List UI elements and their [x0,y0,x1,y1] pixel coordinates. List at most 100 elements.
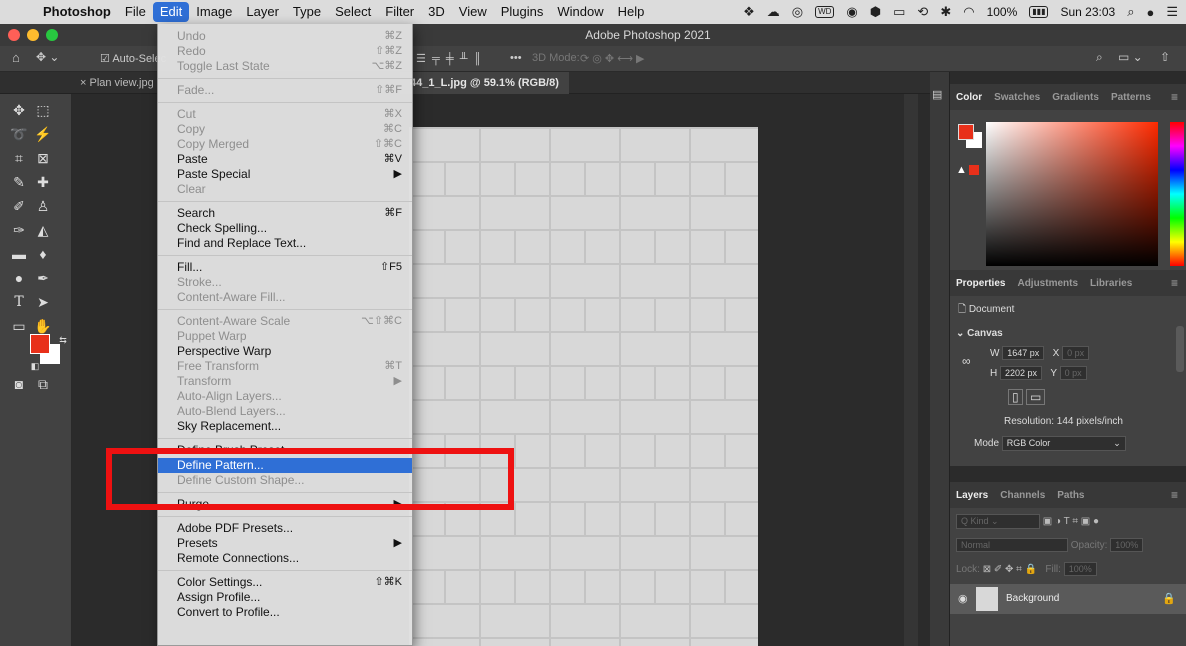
menu-layer[interactable]: Layer [239,0,286,24]
layers-panel-menu-icon[interactable]: ≡ [1171,488,1178,502]
wd-drive-icon[interactable]: WD [815,6,835,18]
history-brush-tool-icon[interactable]: ✑ [8,220,30,240]
menu-item-fill[interactable]: Fill... ⇧F5 [158,260,412,275]
layer-row-background[interactable]: ◉ Background 🔒 [950,584,1186,614]
layer-kind-filter[interactable]: Q Kind ⌄ [956,514,1040,529]
eraser-tool-icon[interactable]: ◭ [32,220,54,240]
more-options-icon[interactable]: ••• [510,52,522,64]
menu-item-copy[interactable]: Copy ⌘C [158,122,412,137]
tab-color[interactable]: Color [956,92,982,103]
spotlight-search-icon[interactable]: ⌕ [1127,4,1134,20]
tab-adjustments[interactable]: Adjustments [1017,278,1078,289]
crop-tool-icon[interactable]: ⌗ [8,148,30,168]
menu-item-assign-profile[interactable]: Assign Profile... [158,590,412,605]
menu-item-convert-to-profile[interactable]: Convert to Profile... [158,605,412,620]
dodge-tool-icon[interactable]: ● [8,268,30,288]
menu-image[interactable]: Image [189,0,239,24]
menu-item-paste[interactable]: Paste ⌘V [158,152,412,167]
menu-item-color-settings[interactable]: Color Settings... ⇧⌘K [158,575,412,590]
healing-brush-tool-icon[interactable]: ✚ [32,172,54,192]
tab-paths[interactable]: Paths [1057,490,1084,501]
width-field[interactable]: 1647 px [1002,346,1045,360]
stamp-tool-icon[interactable]: ♙ [32,196,54,216]
menu-select[interactable]: Select [328,0,378,24]
marquee-tool-icon[interactable]: ⬚ [32,100,54,120]
bluetooth-icon[interactable]: ✱ [940,4,951,20]
menu-type[interactable]: Type [286,0,328,24]
align-icons[interactable]: ☰ ╤ ╪ ╨ ║ [416,52,481,65]
menu-item-fade[interactable]: Fade... ⇧⌘F [158,83,412,98]
menu-item-find-and-replace-text[interactable]: Find and Replace Text... [158,236,412,251]
shield-icon[interactable]: ⬢ [870,4,881,20]
tab-libraries[interactable]: Libraries [1090,278,1132,289]
menu-window[interactable]: Window [550,0,610,24]
menu-item-remote-connections[interactable]: Remote Connections... [158,551,412,566]
search-icon[interactable]: ⌕ [1096,50,1103,65]
menu-help[interactable]: Help [611,0,652,24]
menu-item-auto-blend-layers[interactable]: Auto-Blend Layers... [158,404,412,419]
home-icon[interactable]: ⌂ [12,50,20,65]
eyedropper-tool-icon[interactable]: ✎ [8,172,30,192]
workspace-icon[interactable]: ▭ ⌄ [1118,50,1143,64]
color-panel-foreground-swatch[interactable] [958,124,974,140]
lock-icons[interactable]: ⊠ ✐ ✥ ⌗ 🔒 [983,564,1037,575]
menu-item-copy-merged[interactable]: Copy Merged ⇧⌘C [158,137,412,152]
menu-item-puppet-warp[interactable]: Puppet Warp [158,329,412,344]
y-field[interactable]: 0 px [1059,366,1087,380]
menu-edit[interactable]: Edit [152,2,190,22]
tab-plan-view[interactable]: × Plan view.jpg [70,72,164,94]
canvas-vertical-scrollbar[interactable] [904,94,918,646]
document-canvas-stone-wall[interactable] [409,127,758,646]
mode-select[interactable]: RGB Color ⌄ [1001,436,1126,451]
menu-item-define-pattern[interactable]: Define Pattern... [158,458,412,473]
tab-gradients[interactable]: Gradients [1052,92,1099,103]
battery-icon[interactable]: ▮▮▮ [1029,6,1049,18]
menu-item-free-transform[interactable]: Free Transform ⌘T [158,359,412,374]
blur-tool-icon[interactable]: ♦ [32,244,54,264]
height-field[interactable]: 2202 px [1000,366,1043,380]
tab-swatches[interactable]: Swatches [994,92,1040,103]
menu-item-paste-special[interactable]: Paste Special ▶ [158,167,412,182]
menu-item-redo[interactable]: Redo ⇧⌘Z [158,44,412,59]
menu-item-presets[interactable]: Presets ▶ [158,536,412,551]
properties-scrollbar[interactable] [1176,326,1184,372]
menu-item-stroke[interactable]: Stroke... [158,275,412,290]
properties-panel-menu-icon[interactable]: ≡ [1171,276,1178,290]
menu-3d[interactable]: 3D [421,0,452,24]
type-tool-icon[interactable]: T [8,292,30,312]
menu-item-define-custom-shape[interactable]: Define Custom Shape... [158,473,412,488]
share-icon[interactable]: ⇧ [1160,50,1170,64]
clock[interactable]: Sun 23:03 [1060,5,1115,19]
color-picker-field[interactable] [986,122,1158,266]
canvas-section-toggle[interactable]: ⌄ Canvas [956,328,1003,339]
menu-item-sky-replacement[interactable]: Sky Replacement... [158,419,412,434]
menu-item-adobe-pdf-presets[interactable]: Adobe PDF Presets... [158,521,412,536]
lasso-tool-icon[interactable]: ➰ [8,124,30,144]
magic-wand-tool-icon[interactable]: ⚡ [32,124,54,144]
menu-item-transform[interactable]: Transform ▶ [158,374,412,389]
opacity-field[interactable]: 100% [1110,538,1144,552]
menu-item-toggle-last-state[interactable]: Toggle Last State ⌥⌘Z [158,59,412,74]
quick-mask-icon[interactable]: ◙ [8,374,30,394]
layer-visibility-eye-icon[interactable]: ◉ [958,592,968,605]
link-dimensions-icon[interactable]: ∞ [962,354,971,368]
menu-item-cut[interactable]: Cut ⌘X [158,107,412,122]
screen-mode-icon[interactable]: ⧉ [32,374,54,394]
hand-tool-icon[interactable]: ✋ [32,316,54,336]
out-of-gamut-warning-icon[interactable]: ▲ [956,164,979,176]
color-panel-menu-icon[interactable]: ≡ [1171,90,1178,104]
control-center-icon[interactable]: ☰ [1166,4,1178,20]
menu-item-define-brush-preset[interactable]: Define Brush Preset... [158,443,412,458]
wifi-icon[interactable]: ◠ [963,4,974,20]
tab-patterns[interactable]: Patterns [1111,92,1151,103]
camera-icon[interactable]: ◉ [846,4,857,20]
menu-item-perspective-warp[interactable]: Perspective Warp [158,344,412,359]
hue-slider[interactable] [1170,122,1184,266]
tab-properties[interactable]: Properties [956,278,1005,289]
move-tool-preset-icon[interactable]: ✥ ⌄ [36,50,59,64]
menu-filter[interactable]: Filter [378,0,421,24]
creative-cloud-icon[interactable]: ◎ [792,4,803,20]
menu-photoshop[interactable]: Photoshop [36,0,118,24]
landscape-orientation-icon[interactable]: ▭ [1025,389,1046,405]
frame-tool-icon[interactable]: ⊠ [32,148,54,168]
